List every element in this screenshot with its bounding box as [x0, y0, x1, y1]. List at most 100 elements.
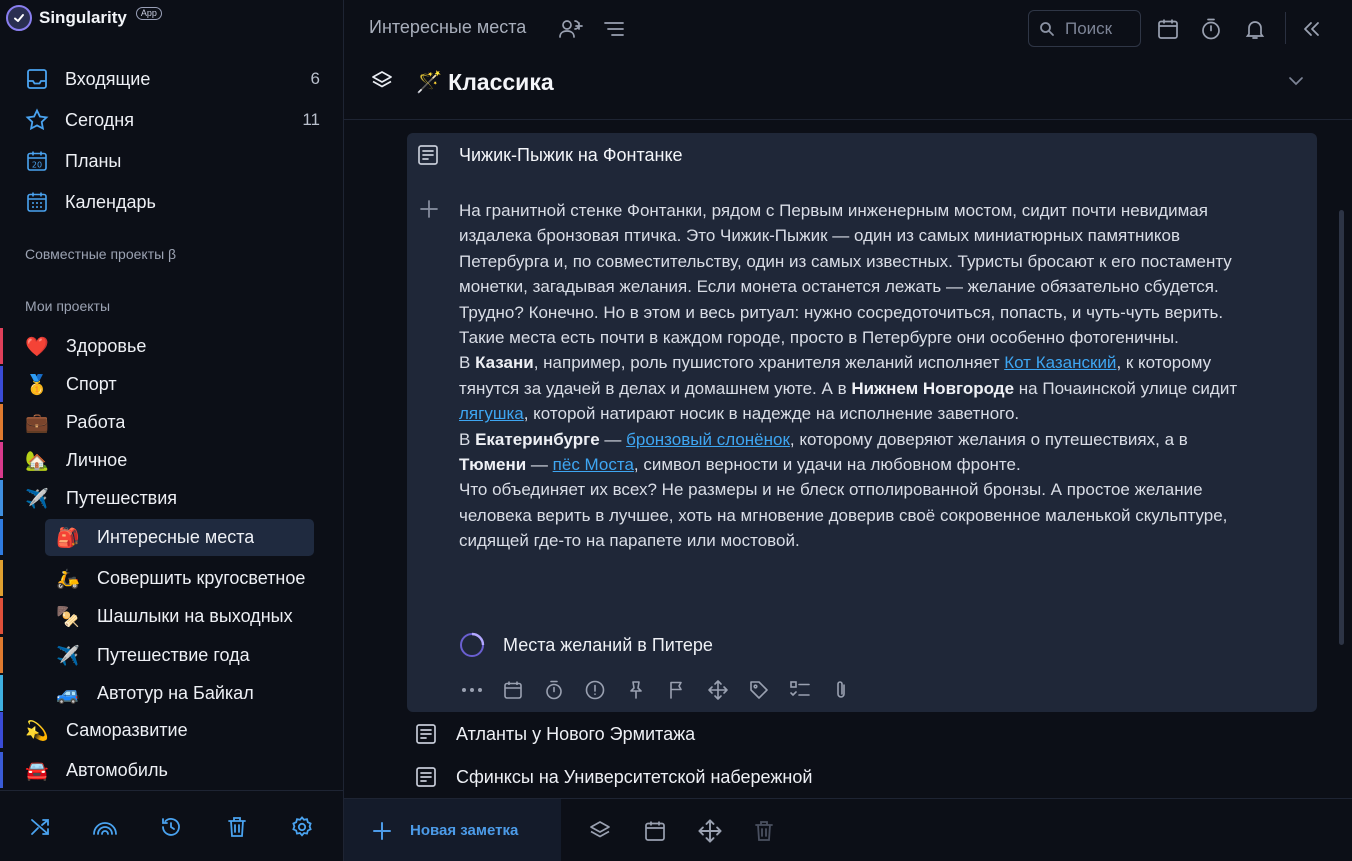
- search-input[interactable]: [1065, 18, 1129, 39]
- checklist-icon[interactable]: [787, 679, 813, 701]
- my-projects-label[interactable]: Мои проекты: [25, 298, 110, 314]
- project-health[interactable]: ❤️ Здоровье: [0, 328, 330, 364]
- project-color-bar: [0, 480, 3, 516]
- share-users-icon[interactable]: [558, 16, 584, 42]
- calendar-20-icon: 20: [24, 148, 50, 174]
- link-frog[interactable]: лягушка: [459, 404, 524, 423]
- note-paragraph: Что объединяет их всех? Не размеры и не …: [459, 480, 1228, 551]
- search-box[interactable]: [1028, 10, 1141, 47]
- project-round-the-world[interactable]: 🛵 Совершить кругосветное путешествие: [0, 560, 330, 596]
- calendar-icon[interactable]: [500, 679, 526, 701]
- project-travel[interactable]: ✈️ Путешествия: [0, 480, 330, 516]
- paperclip-icon[interactable]: [828, 679, 854, 701]
- car-icon: 🚙: [56, 682, 80, 705]
- calendar-icon[interactable]: [1155, 16, 1181, 42]
- section-title[interactable]: 🪄 Классика: [416, 69, 554, 96]
- history-icon[interactable]: [157, 813, 185, 841]
- app-root: Singularity App Входящие 6 Сегодня 11 20…: [0, 0, 1352, 861]
- project-personal[interactable]: 🏡 Личное: [0, 442, 330, 478]
- calendar-grid-icon: [24, 189, 50, 215]
- bold-text: Нижнем Новгороде: [851, 378, 1015, 398]
- sidebar-bottom-toolbar: [0, 790, 344, 861]
- bold-text: Екатеринбурге: [475, 429, 600, 449]
- nav-today-label: Сегодня: [65, 109, 134, 130]
- project-baikal[interactable]: 🚙 Автотур на Байкал: [0, 675, 330, 711]
- project-color-bar: [0, 442, 3, 478]
- text-run: , символ верности и удачи на любовном фр…: [633, 455, 1021, 475]
- note-title[interactable]: Чижик-Пыжик на Фонтанке: [459, 145, 683, 166]
- project-sport[interactable]: 🥇 Спорт: [0, 366, 330, 402]
- notes-list: Чижик-Пыжик на Фонтанке На гранитной сте…: [344, 120, 1352, 798]
- note-body[interactable]: На гранитной стенке Фонтанки, рядом с Пе…: [459, 198, 1259, 554]
- subtask-checkbox-circle-icon[interactable]: [459, 632, 485, 658]
- tag-icon[interactable]: [746, 679, 772, 701]
- sort-lines-icon[interactable]: [601, 16, 627, 42]
- trash-icon[interactable]: [750, 817, 778, 845]
- shared-projects-label[interactable]: Совместные проекты β: [25, 246, 176, 262]
- airplane-icon: ✈️: [56, 644, 80, 667]
- bold-text: Тюмени: [459, 455, 527, 475]
- nav-today[interactable]: Сегодня 11: [24, 105, 320, 135]
- bell-icon[interactable]: [1242, 16, 1268, 42]
- text-run: на Почаинской улице сидит: [1014, 378, 1238, 398]
- section-title-text: Классика: [448, 69, 554, 95]
- more-dots-icon[interactable]: [459, 679, 485, 701]
- project-label: Путешествия: [66, 487, 178, 508]
- project-label: Шашлыки на выходных: [97, 605, 293, 626]
- house-icon: 🏡: [25, 449, 49, 472]
- text-run: В: [459, 429, 476, 449]
- text-run: , которой натирают носик в надежде на ис…: [523, 404, 1020, 424]
- svg-text:20: 20: [32, 161, 42, 170]
- trash-icon[interactable]: [223, 813, 251, 841]
- subtask[interactable]: Места желаний в Питере: [459, 632, 713, 658]
- nav-plans[interactable]: 20 Планы: [24, 146, 320, 176]
- timer-icon[interactable]: [541, 679, 567, 701]
- chevron-down-icon[interactable]: [1283, 68, 1309, 94]
- nav-calendar[interactable]: Календарь: [24, 187, 320, 217]
- text-run: В: [459, 353, 476, 373]
- note-icon: [414, 722, 438, 746]
- project-trip-of-year[interactable]: ✈️ Путешествие года: [0, 637, 330, 673]
- app-name: Singularity: [39, 8, 127, 27]
- project-label: Саморазвитие: [66, 719, 188, 740]
- project-work[interactable]: 💼 Работа: [0, 404, 330, 440]
- timer-icon[interactable]: [1198, 16, 1224, 42]
- project-color-bar: [0, 712, 3, 748]
- priority-exclamation-icon[interactable]: [582, 679, 608, 701]
- project-self-development[interactable]: 💫 Саморазвитие: [0, 712, 330, 748]
- rainbow-icon[interactable]: [91, 813, 119, 841]
- layers-icon[interactable]: [369, 68, 395, 94]
- flag-icon[interactable]: [664, 679, 690, 701]
- project-color-bar: [0, 560, 3, 596]
- project-label: Путешествие года: [97, 644, 250, 665]
- note-row[interactable]: Атланты у Нового Эрмитажа: [414, 719, 695, 749]
- collapse-left-icon[interactable]: [1298, 16, 1324, 42]
- project-title: Интересные места: [369, 17, 527, 37]
- gear-icon[interactable]: [288, 813, 316, 841]
- nav-inbox[interactable]: Входящие 6: [24, 64, 320, 94]
- project-interesting-places[interactable]: 🎒 Интересные места: [0, 519, 330, 556]
- topbar-divider: [1285, 12, 1286, 44]
- plus-icon: [372, 821, 392, 841]
- move-arrows-icon[interactable]: [705, 679, 731, 701]
- layers-icon[interactable]: [586, 817, 614, 845]
- project-car[interactable]: 🚘 Автомобиль: [0, 752, 330, 788]
- note-card-expanded[interactable]: Чижик-Пыжик на Фонтанке На гранитной сте…: [407, 133, 1317, 712]
- project-bbq[interactable]: 🍢 Шашлыки на выходных: [0, 598, 330, 634]
- topbar: Интересные места: [344, 0, 1352, 58]
- note-row[interactable]: Сфинксы на Университетской набережной: [414, 762, 812, 792]
- pin-icon[interactable]: [623, 679, 649, 701]
- move-arrows-icon[interactable]: [696, 817, 724, 845]
- note-icon: [414, 765, 438, 789]
- link-elephant[interactable]: бронзовый слонёнок: [626, 430, 790, 449]
- scrollbar-thumb[interactable]: [1339, 210, 1344, 645]
- plus-icon[interactable]: [416, 196, 442, 222]
- brand[interactable]: Singularity App: [6, 4, 162, 32]
- calendar-icon[interactable]: [641, 817, 669, 845]
- link-dog[interactable]: пёс Моста: [553, 455, 634, 474]
- shuffle-icon[interactable]: [26, 813, 54, 841]
- text-run: —: [599, 429, 627, 449]
- heart-icon: ❤️: [25, 335, 49, 358]
- new-note-button[interactable]: Новая заметка: [344, 799, 561, 861]
- link-kot-kazansky[interactable]: Кот Казанский: [1004, 353, 1116, 372]
